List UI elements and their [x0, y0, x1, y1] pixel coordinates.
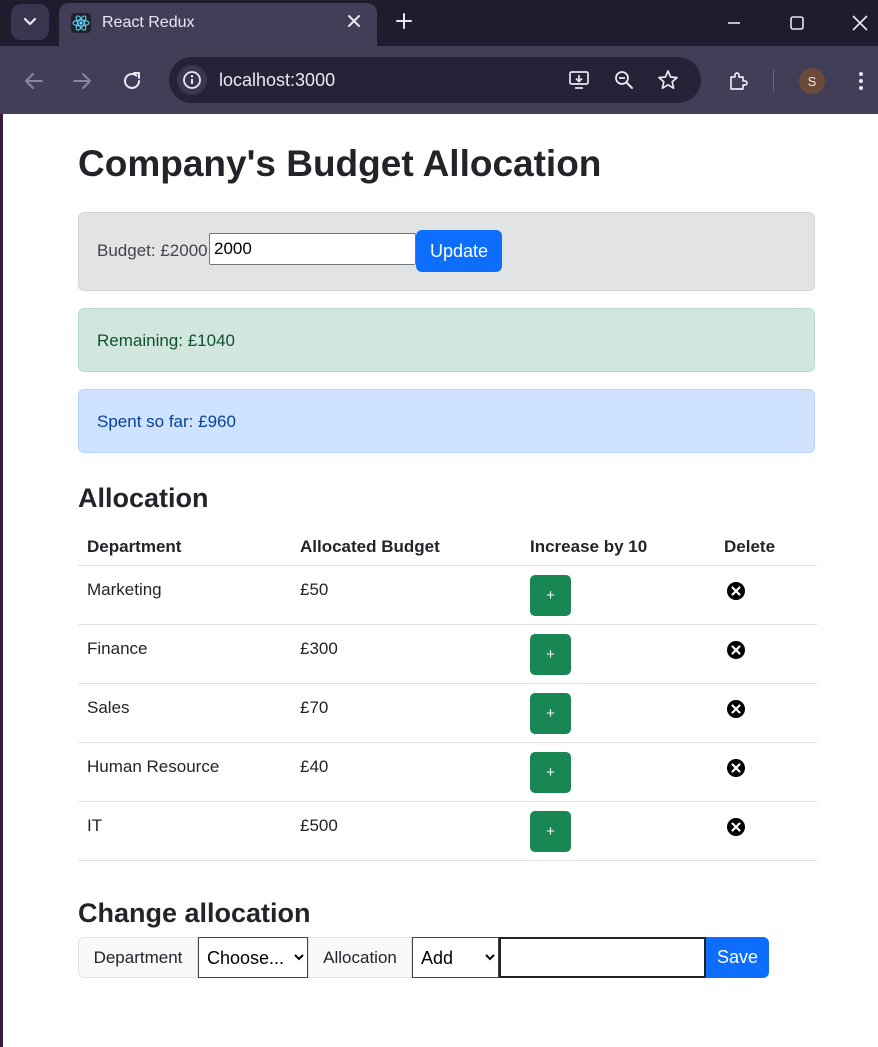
budget-cell: £500 — [291, 801, 521, 861]
toolbar-separator — [773, 70, 774, 92]
remaining-text: Remaining: £1040 — [97, 331, 235, 350]
back-arrow-icon[interactable] — [23, 70, 45, 92]
page-title: Company's Budget Allocation — [78, 143, 602, 184]
budget-label: Budget: £2000 — [97, 241, 208, 260]
header-delete: Delete — [715, 529, 817, 566]
site-info-button[interactable] — [177, 65, 207, 95]
table-row: Human Resource £40 + — [78, 742, 817, 802]
budget-cell: £300 — [291, 624, 521, 684]
header-increase: Increase by 10 — [521, 529, 715, 566]
budget-panel: Budget: £2000 Update — [78, 212, 815, 291]
department-select-label: Department — [78, 937, 198, 978]
chevron-down-icon — [23, 17, 37, 26]
department-cell: Finance — [78, 624, 291, 684]
address-bar[interactable]: localhost:3000 — [169, 57, 701, 103]
reload-icon[interactable] — [121, 70, 143, 92]
tab-title: React Redux — [102, 14, 195, 31]
delete-icon[interactable] — [726, 640, 746, 660]
browser-tabstrip: React Redux — [0, 0, 878, 46]
close-window-icon[interactable] — [850, 13, 870, 33]
allocation-type-select[interactable]: Add — [412, 937, 499, 978]
zoom-icon[interactable] — [613, 69, 635, 91]
extensions-icon[interactable] — [727, 70, 749, 92]
increase-button[interactable]: + — [530, 752, 571, 793]
close-tab-icon[interactable] — [345, 12, 363, 30]
allocation-table: Department Allocated Budget Increase by … — [78, 529, 817, 861]
increase-button[interactable]: + — [530, 634, 571, 675]
install-app-icon[interactable] — [568, 69, 590, 91]
bookmark-star-icon[interactable] — [657, 69, 679, 91]
browser-toolbar: localhost:3000 S — [0, 46, 878, 114]
maximize-window-icon[interactable] — [787, 13, 807, 33]
update-button[interactable]: Update — [416, 230, 502, 272]
url-text: localhost:3000 — [219, 70, 336, 90]
increase-button[interactable]: + — [530, 693, 571, 734]
table-row: IT £500 + — [78, 801, 817, 861]
department-select[interactable]: Choose... — [198, 937, 308, 978]
spent-text: Spent so far: £960 — [97, 412, 236, 431]
change-allocation-heading: Change allocation — [78, 898, 311, 928]
browser-tab-active[interactable]: React Redux — [59, 3, 377, 46]
delete-icon[interactable] — [726, 817, 746, 837]
tab-search-button[interactable] — [11, 4, 49, 40]
table-row: Finance £300 + — [78, 624, 817, 684]
delete-icon[interactable] — [726, 699, 746, 719]
department-cell: Human Resource — [78, 742, 291, 802]
allocation-heading: Allocation — [78, 483, 209, 513]
department-cell: Marketing — [78, 565, 291, 625]
department-cell: Sales — [78, 683, 291, 743]
new-tab-icon[interactable] — [394, 11, 414, 31]
delete-icon[interactable] — [726, 581, 746, 601]
table-header-row: Department Allocated Budget Increase by … — [78, 529, 817, 566]
table-row: Sales £70 + — [78, 683, 817, 743]
window-edge — [0, 114, 3, 1047]
increase-button[interactable]: + — [530, 811, 571, 852]
budget-cell: £50 — [291, 565, 521, 625]
kebab-menu-icon[interactable] — [850, 70, 872, 92]
react-logo-icon — [71, 13, 91, 33]
header-department: Department — [78, 529, 291, 566]
delete-icon[interactable] — [726, 758, 746, 778]
change-allocation-form: Department Choose... Allocation Add Save — [78, 937, 778, 978]
save-button[interactable]: Save — [706, 937, 769, 978]
department-cell: IT — [78, 801, 291, 861]
info-icon — [183, 71, 201, 89]
minimize-window-icon[interactable] — [724, 13, 744, 33]
table-row: Marketing £50 + — [78, 565, 817, 625]
forward-arrow-icon[interactable] — [71, 70, 93, 92]
spent-panel: Spent so far: £960 — [78, 389, 815, 453]
allocation-select-label: Allocation — [308, 937, 412, 978]
budget-input[interactable] — [209, 233, 416, 265]
header-allocated-budget: Allocated Budget — [291, 529, 521, 566]
increase-button[interactable]: + — [530, 575, 571, 616]
remaining-panel: Remaining: £1040 — [78, 308, 815, 372]
allocation-amount-input[interactable] — [499, 937, 706, 978]
profile-avatar[interactable]: S — [799, 68, 825, 94]
budget-cell: £40 — [291, 742, 521, 802]
budget-cell: £70 — [291, 683, 521, 743]
